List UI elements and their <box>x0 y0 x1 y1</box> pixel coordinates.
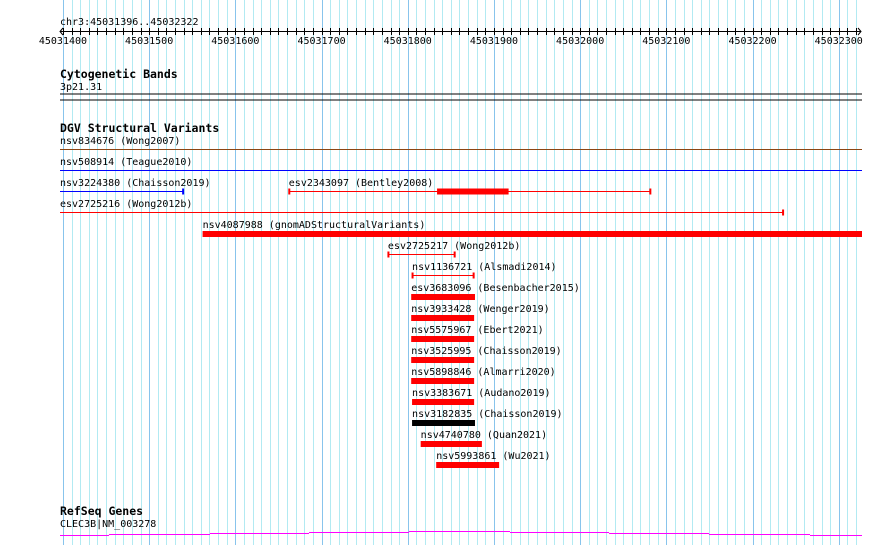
variant-bar[interactable] <box>411 378 475 384</box>
variant-item[interactable]: nsv4087988 (gnomADStructuralVariants) <box>202 220 863 237</box>
variant-label[interactable]: nsv3525995 (Chaisson2019) <box>411 346 562 357</box>
variant-label[interactable]: nsv3224380 (Chaisson2019) <box>60 178 211 189</box>
ruler-tick-label: 45032300 <box>815 36 863 47</box>
cytoband-label: 3p21.31 <box>60 82 102 93</box>
variant-item[interactable]: nsv3525995 (Chaisson2019) <box>411 346 562 363</box>
cytoband-track[interactable]: Cytogenetic Bands 3p21.31 <box>60 67 862 101</box>
variant-label[interactable]: esv3683096 (Besenbacher2015) <box>411 283 580 294</box>
gene-label[interactable]: CLEC3B|NM_003278 <box>60 519 156 530</box>
ruler-tick-label: 45031900 <box>470 36 518 47</box>
variant-label[interactable]: nsv5575967 (Ebert2021) <box>411 325 543 336</box>
position-readout: chr3:45031396..45032322 <box>60 17 198 28</box>
dgv-track-title: DGV Structural Variants <box>60 121 219 135</box>
variant-bar[interactable] <box>412 420 475 426</box>
variant-item[interactable]: nsv834676 (Wong2007) <box>60 136 862 150</box>
variant-label[interactable]: esv2343097 (Bentley2008) <box>289 178 434 189</box>
genome-browser-image[interactable]: chr3:45031396..45032322 45031400 45031500… <box>0 0 890 545</box>
variant-label[interactable]: nsv3383671 (Audano2019) <box>412 388 550 399</box>
variant-label[interactable]: nsv5993861 (Wu2021) <box>436 451 550 462</box>
variant-item[interactable]: nsv1136721 (Alsmadi2014) <box>411 262 557 279</box>
variant-item[interactable]: nsv3383671 (Audano2019) <box>412 388 551 405</box>
variant-bar[interactable] <box>412 399 475 405</box>
variant-item[interactable]: nsv3182835 (Chaisson2019) <box>412 409 563 426</box>
variant-label[interactable]: nsv4087988 (gnomADStructuralVariants) <box>203 220 426 231</box>
variant-bar[interactable] <box>436 462 500 468</box>
variant-bar[interactable] <box>411 315 475 321</box>
ruler-tick-label: 45031800 <box>384 36 432 47</box>
variant-label[interactable]: nsv3182835 (Chaisson2019) <box>412 409 563 420</box>
ruler-tick-label: 45032000 <box>556 36 604 47</box>
variant-bar[interactable] <box>202 231 863 237</box>
variant-item[interactable]: esv2725217 (Wong2012b) <box>387 241 520 258</box>
ruler-tick-label: 45032200 <box>728 36 776 47</box>
variant-thick-segment[interactable] <box>437 188 509 195</box>
variant-item[interactable]: nsv5898846 (Almarri2020) <box>411 367 556 384</box>
variant-label[interactable]: nsv5898846 (Almarri2020) <box>411 367 556 378</box>
ruler-tick-label: 45031400 <box>39 36 87 47</box>
ruler-tick-label: 45032100 <box>642 36 690 47</box>
variant-item[interactable]: esv2343097 (Bentley2008) <box>288 178 652 195</box>
variant-item[interactable]: nsv5993861 (Wu2021) <box>436 451 551 468</box>
variant-label[interactable]: nsv508914 (Teague2010) <box>60 157 192 168</box>
variant-bar[interactable] <box>420 441 482 447</box>
ruler-tick-label: 45031700 <box>297 36 345 47</box>
refseq-track-title: RefSeq Genes <box>60 504 143 518</box>
refseq-track[interactable]: RefSeq Genes CLEC3B|NM_003278 <box>60 504 862 536</box>
variant-item[interactable]: nsv3224380 (Chaisson2019) <box>60 178 211 195</box>
cytoband-track-title: Cytogenetic Bands <box>60 67 178 81</box>
variant-bar[interactable] <box>411 357 475 363</box>
variant-label[interactable]: nsv4740780 (Quan2021) <box>421 430 547 441</box>
variant-label[interactable]: esv2725217 (Wong2012b) <box>388 241 520 252</box>
ruler-tick-label: 45031600 <box>211 36 259 47</box>
ruler-tick-label: 45031500 <box>125 36 173 47</box>
dgv-track[interactable]: DGV Structural Variants nsv834676 (Wong2… <box>60 121 863 468</box>
variant-label[interactable]: nsv1136721 (Alsmadi2014) <box>412 262 556 273</box>
variant-label[interactable]: nsv3933428 (Wenger2019) <box>411 304 549 315</box>
base-position-ruler: chr3:45031396..45032322 45031400 45031500… <box>39 17 863 47</box>
variant-item[interactable]: nsv508914 (Teague2010) <box>60 157 862 171</box>
variant-label[interactable]: esv2725216 (Wong2012b) <box>60 199 192 210</box>
variant-bar[interactable] <box>411 336 475 342</box>
variant-label[interactable]: nsv834676 (Wong2007) <box>60 136 180 147</box>
variant-bar[interactable] <box>411 294 475 300</box>
